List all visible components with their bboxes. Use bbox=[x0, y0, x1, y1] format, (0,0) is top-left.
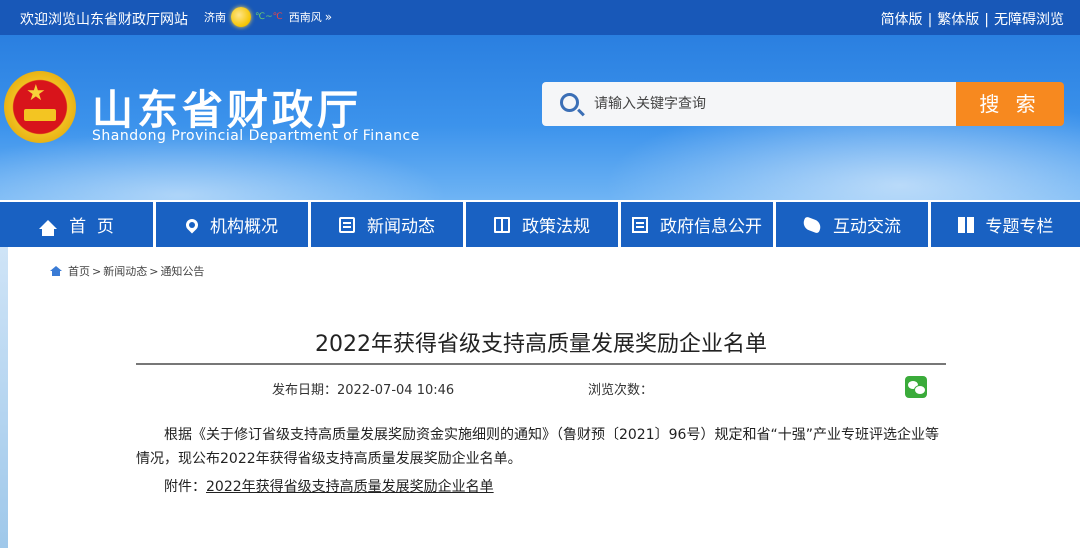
nav-item-about[interactable]: 机构概况 bbox=[156, 202, 308, 247]
breadcrumb-separator: > bbox=[149, 264, 159, 278]
weather-temperature: ℃~℃ bbox=[255, 12, 283, 22]
handshake-icon bbox=[801, 215, 823, 234]
language-links: 简体版 | 繁体版 | 无障碍浏览 bbox=[881, 9, 1064, 29]
gate-icon bbox=[24, 109, 56, 121]
article-title: 2022年获得省级支持高质量发展奖励企业名单 bbox=[315, 332, 767, 357]
traditional-chinese-link[interactable]: 繁体版 bbox=[937, 12, 979, 28]
top-bar: 欢迎浏览山东省财政厅网站 济南 ℃~℃ 西南风 » 简体版 | 繁体版 | 无障碍浏览 bbox=[0, 0, 1080, 35]
location-pin-icon bbox=[183, 216, 201, 233]
weather-city: 济南 bbox=[204, 11, 226, 24]
publish-date: 发布日期：2022-07-04 10:46 bbox=[272, 379, 454, 398]
site-name-english: Shandong Provincial Department of Financ… bbox=[92, 128, 420, 144]
home-icon bbox=[39, 220, 58, 236]
breadcrumb-home[interactable]: 首页 bbox=[68, 263, 90, 279]
divider: | bbox=[984, 12, 989, 28]
search-input[interactable] bbox=[594, 82, 944, 126]
nav-item-special-topics[interactable]: 专题专栏 bbox=[931, 202, 1080, 247]
view-count: 浏览次数： bbox=[588, 379, 653, 398]
nav-item-label: 机构概况 bbox=[210, 217, 278, 237]
open-book-icon bbox=[957, 216, 974, 233]
nav-item-label: 互动交流 bbox=[833, 217, 901, 237]
main-nav: 首 页 机构概况 新闻动态 政策法规 政府信息公开 互动交流 专题专栏 bbox=[0, 200, 1080, 247]
news-icon bbox=[339, 216, 355, 233]
attachment-link[interactable]: 2022年获得省级支持高质量发展奖励企业名单 bbox=[206, 479, 494, 495]
nav-item-label: 政策法规 bbox=[522, 217, 590, 237]
accessibility-link[interactable]: 无障碍浏览 bbox=[994, 12, 1064, 28]
weather-wind: 西南风 bbox=[288, 11, 322, 24]
breadcrumb-notices[interactable]: 通知公告 bbox=[160, 263, 204, 279]
nav-item-home[interactable]: 首 页 bbox=[0, 202, 153, 247]
home-icon bbox=[50, 266, 62, 276]
breadcrumb-news[interactable]: 新闻动态 bbox=[103, 263, 147, 279]
nav-item-news[interactable]: 新闻动态 bbox=[311, 202, 463, 247]
breadcrumb-separator: > bbox=[92, 264, 102, 278]
simplified-chinese-link[interactable]: 简体版 bbox=[881, 12, 923, 28]
nav-item-interaction[interactable]: 互动交流 bbox=[776, 202, 928, 247]
divider: | bbox=[927, 12, 933, 28]
chevron-right-icon[interactable]: » bbox=[325, 10, 332, 24]
article-body: 根据《关于修订省级支持高质量发展奖励资金实施细则的通知》（鲁财预〔2021〕96… bbox=[136, 427, 939, 467]
breadcrumb: 首页 > 新闻动态 > 通知公告 bbox=[50, 263, 204, 279]
document-icon bbox=[632, 216, 648, 233]
divider bbox=[136, 363, 946, 365]
side-decoration bbox=[0, 247, 8, 548]
view-count-label: 浏览次数： bbox=[588, 383, 654, 398]
nav-item-label: 专题专栏 bbox=[985, 217, 1054, 237]
book-icon bbox=[494, 216, 510, 233]
attachment: 附件：2022年获得省级支持高质量发展奖励企业名单 bbox=[164, 476, 494, 496]
nav-item-label: 新闻动态 bbox=[367, 217, 435, 237]
sun-icon bbox=[231, 7, 251, 27]
wechat-icon[interactable] bbox=[905, 376, 927, 398]
nav-item-info-disclosure[interactable]: 政府信息公开 bbox=[621, 202, 773, 247]
star-icon: ★ bbox=[26, 81, 46, 106]
search-box bbox=[542, 82, 956, 126]
nav-item-label: 政府信息公开 bbox=[660, 217, 762, 237]
welcome-text: 欢迎浏览山东省财政厅网站 bbox=[20, 12, 188, 28]
site-name[interactable]: 山东省财政厅 bbox=[92, 76, 362, 136]
nav-item-label: 首 页 bbox=[69, 217, 114, 237]
header-banner: ★ 山东省财政厅 Shandong Provincial Department … bbox=[0, 35, 1080, 200]
weather-widget[interactable]: 济南 ℃~℃ 西南风 » bbox=[204, 6, 332, 28]
attachment-label: 附件： bbox=[164, 479, 206, 495]
publish-date-value: 2022-07-04 10:46 bbox=[337, 383, 455, 398]
publish-date-label: 发布日期： bbox=[272, 383, 338, 398]
national-emblem-icon: ★ bbox=[4, 71, 76, 143]
nav-item-policy[interactable]: 政策法规 bbox=[466, 202, 618, 247]
search-button[interactable]: 搜 索 bbox=[956, 82, 1064, 126]
search-icon bbox=[560, 93, 579, 112]
